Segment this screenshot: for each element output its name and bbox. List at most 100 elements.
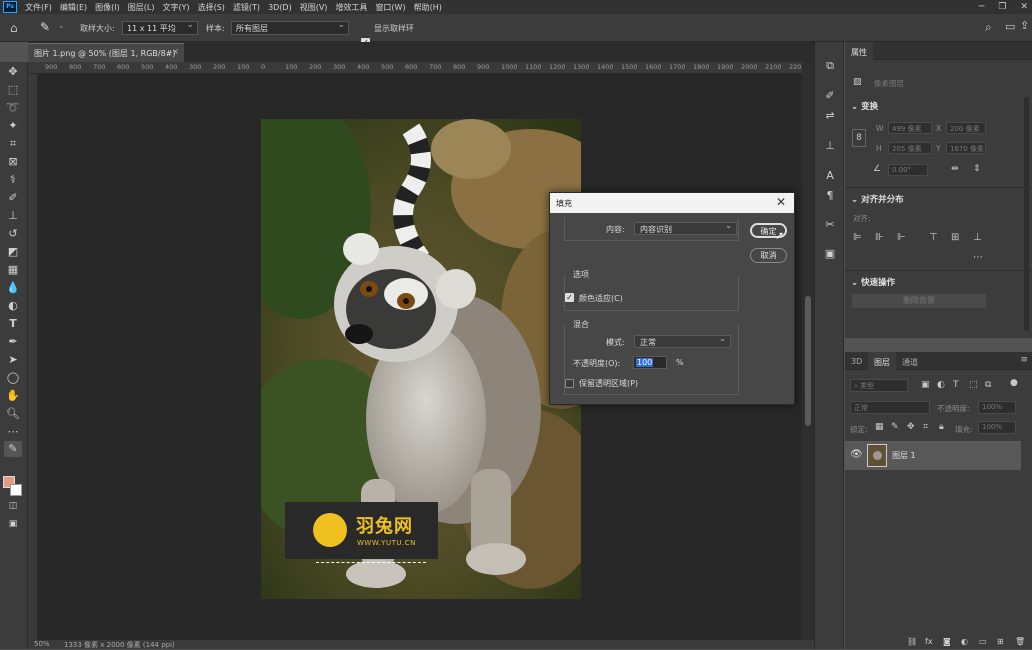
- flip-horizontal-icon[interactable]: ⇹: [951, 164, 959, 174]
- fill-field[interactable]: 100%: [978, 421, 1016, 434]
- h-field[interactable]: 205 像素: [888, 142, 932, 154]
- quick-mask-icon[interactable]: ◫: [4, 498, 22, 514]
- menu-view[interactable]: 视图(V): [296, 2, 332, 13]
- character-panel-icon[interactable]: A: [822, 168, 838, 184]
- menu-layer[interactable]: 图层(L): [124, 2, 159, 13]
- crop-tool-icon[interactable]: ⌗: [4, 136, 22, 152]
- eraser-tool-icon[interactable]: ◩: [4, 244, 22, 260]
- menu-3d[interactable]: 3D(D): [264, 3, 296, 12]
- lock-pixels-icon[interactable]: ✎: [891, 422, 899, 432]
- share-icon[interactable]: ⇪: [1020, 19, 1029, 32]
- frame-tool-icon[interactable]: ⊠: [4, 154, 22, 170]
- lock-all-icon[interactable]: 🔒︎: [939, 422, 944, 432]
- tab-layers[interactable]: 图层: [868, 352, 896, 370]
- menu-select[interactable]: 选择(S): [194, 2, 229, 13]
- path-select-tool-icon[interactable]: ➤: [4, 352, 22, 368]
- layer-name[interactable]: 图层 1: [892, 450, 916, 461]
- marquee-tool-icon[interactable]: ⬚: [4, 82, 22, 98]
- link-dimensions-icon[interactable]: 8: [852, 129, 866, 147]
- group-icon[interactable]: ▭: [979, 637, 987, 646]
- tab-channels[interactable]: 通道: [896, 352, 924, 370]
- history-panel-icon[interactable]: ⧉: [822, 58, 838, 74]
- magic-wand-tool-icon[interactable]: ✦: [4, 118, 22, 134]
- layer-row[interactable]: 👁︎ 图层 1: [845, 441, 1021, 470]
- new-layer-icon[interactable]: ⊞: [997, 637, 1004, 646]
- close-icon[interactable]: ✕: [776, 195, 786, 209]
- document-tab[interactable]: 图片 1.png @ 50% (图层 1, RGB/8#) ×: [28, 43, 184, 62]
- filter-pixel-icon[interactable]: ▣: [921, 380, 930, 390]
- sample-select[interactable]: 所有图层: [231, 21, 349, 35]
- lock-transparent-icon[interactable]: ▦: [875, 422, 884, 432]
- menu-window[interactable]: 窗口(W): [371, 2, 409, 13]
- panel-menu-icon[interactable]: ≡: [1020, 355, 1028, 365]
- eyedropper-active-tool-icon[interactable]: ✎: [4, 441, 22, 457]
- more-tools-icon[interactable]: ⋯: [4, 424, 22, 440]
- color-adapt-checkbox[interactable]: ✓: [565, 293, 574, 302]
- fx-icon[interactable]: fx: [925, 637, 933, 646]
- align-section-title[interactable]: ⌄ 对齐并分布: [851, 193, 904, 205]
- stamp-panel-icon[interactable]: ⊥: [822, 138, 838, 154]
- healing-tool-icon[interactable]: ⚕: [4, 172, 22, 188]
- lasso-tool-icon[interactable]: ➰: [4, 100, 22, 116]
- opacity-input[interactable]: 100: [633, 356, 667, 369]
- history-brush-icon[interactable]: ↺: [4, 226, 22, 242]
- align-right-icon[interactable]: ⊩: [897, 232, 906, 243]
- y-field[interactable]: 1670 像素: [946, 142, 986, 154]
- w-field[interactable]: 499 像素: [888, 122, 932, 134]
- home-icon[interactable]: ⌂: [10, 21, 18, 35]
- transform-section-title[interactable]: ⌄ 变换: [851, 100, 878, 112]
- filter-smart-icon[interactable]: ⧉: [985, 380, 991, 390]
- adjustment-layer-icon[interactable]: ◐: [961, 637, 968, 646]
- menu-filter[interactable]: 滤镜(T): [229, 2, 264, 13]
- remove-background-button[interactable]: 删除背景: [852, 294, 986, 308]
- preserve-transparency-label[interactable]: 保留透明区域(P): [579, 378, 638, 389]
- adjustments-icon[interactable]: ⇌: [822, 108, 838, 124]
- layer-filter-select[interactable]: ⌕ 类型: [850, 379, 908, 392]
- flip-vertical-icon[interactable]: ⇕: [973, 164, 981, 174]
- tools-panel-icon[interactable]: ✂: [822, 217, 838, 233]
- align-hcenter-icon[interactable]: ⊪: [875, 232, 884, 243]
- lock-artboard-icon[interactable]: ⌗: [923, 422, 928, 432]
- mode-select[interactable]: 正常: [634, 334, 731, 348]
- visibility-eye-icon[interactable]: 👁︎: [850, 449, 863, 460]
- props-scrollbar[interactable]: [1024, 97, 1029, 331]
- restore-icon[interactable]: ❐: [998, 2, 1006, 12]
- minimize-icon[interactable]: ─: [979, 2, 984, 12]
- align-top-icon[interactable]: ⊤: [929, 232, 938, 243]
- zoom-level[interactable]: 50%: [34, 640, 50, 648]
- brush-settings-icon[interactable]: ✐: [822, 88, 838, 104]
- close-tab-icon[interactable]: ×: [172, 47, 179, 56]
- filter-shape-icon[interactable]: ⬚: [969, 380, 978, 390]
- dodge-tool-icon[interactable]: ◐: [4, 298, 22, 314]
- workspace-icon[interactable]: ▭: [1005, 20, 1015, 33]
- screen-mode-icon[interactable]: ▣: [4, 516, 22, 532]
- vertical-scroll-thumb[interactable]: [805, 296, 811, 426]
- menu-help[interactable]: 帮助(H): [410, 2, 446, 13]
- menu-plugins[interactable]: 增效工具: [331, 2, 371, 13]
- mask-icon[interactable]: ◙: [943, 637, 951, 646]
- search-icon[interactable]: ⌕: [985, 20, 992, 35]
- color-adapt-label[interactable]: 颜色适应(C): [579, 293, 623, 304]
- menu-edit[interactable]: 编辑(E): [56, 2, 91, 13]
- close-window-icon[interactable]: ✕: [1020, 2, 1028, 12]
- shape-tool-icon[interactable]: ◯: [4, 370, 22, 386]
- filter-adjustment-icon[interactable]: ◐: [937, 380, 945, 390]
- brush-tool-icon[interactable]: ✐: [4, 190, 22, 206]
- menu-image[interactable]: 图像(I): [91, 2, 124, 13]
- menu-type[interactable]: 文字(Y): [158, 2, 193, 13]
- cancel-button[interactable]: 取消: [750, 248, 787, 263]
- menu-file[interactable]: 文件(F): [21, 2, 56, 13]
- tool-preset-chevron-icon[interactable]: ⌄: [58, 21, 65, 30]
- align-bottom-icon[interactable]: ⊥: [973, 232, 982, 243]
- move-tool-icon[interactable]: ✥: [4, 64, 22, 80]
- content-select[interactable]: 内容识别: [634, 221, 737, 235]
- paragraph-panel-icon[interactable]: ¶: [822, 188, 838, 204]
- align-left-icon[interactable]: ⊫: [853, 232, 862, 243]
- sample-size-select[interactable]: 11 x 11 平均: [122, 21, 198, 35]
- layer-comps-icon[interactable]: ▣: [822, 246, 838, 262]
- hand-tool-icon[interactable]: ✋: [4, 388, 22, 404]
- eyedropper-tool-icon[interactable]: ✎: [40, 20, 50, 34]
- stamp-tool-icon[interactable]: ⊥: [4, 208, 22, 224]
- opacity-field[interactable]: 100%: [978, 401, 1016, 414]
- type-tool-icon[interactable]: T: [4, 316, 22, 332]
